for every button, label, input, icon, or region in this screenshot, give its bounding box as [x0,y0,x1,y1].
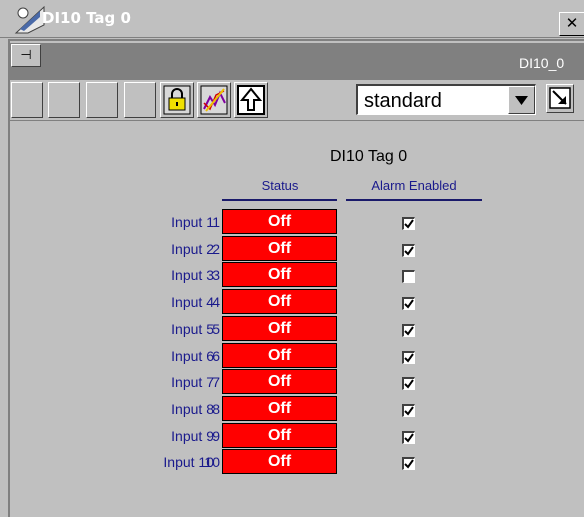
trend-icon [200,85,228,115]
panel-header [10,43,584,80]
checkmark-icon [404,326,414,336]
input-number: 8 [212,400,220,417]
checkmark-icon [404,299,414,309]
input-number: 5 [212,320,220,337]
status-cell: Off [222,235,337,261]
checkmark-icon [404,459,414,469]
status-cell: Off [222,422,337,448]
window-title: DI10 Tag 0 [42,9,131,27]
pin-button[interactable]: ⊣ [11,44,41,67]
alarm-enabled-checkbox[interactable] [402,457,415,471]
list-item: Input 9 9 Off [0,422,584,448]
alarm-column-header: Alarm Enabled [371,178,457,193]
list-item: Input 5 5 Off [0,315,584,341]
input-number: 6 [212,347,220,364]
status-cell: Off [222,395,337,421]
status-column-header: Status [261,178,299,193]
alarm-column-underline [346,199,482,201]
restore-icon [549,87,571,109]
list-item: Input 10 10 Off [0,448,584,475]
input-number: 9 [212,427,220,444]
status-cell: Off [222,209,337,234]
up-arrow-button[interactable] [234,82,268,118]
view-select-value: standard [364,90,442,112]
device-title: DI10 Tag 0 [330,148,408,165]
toolbar-empty-button-1[interactable] [11,82,43,118]
status-cell: Off [222,369,337,395]
dropdown-arrow-icon [515,96,528,105]
checkmark-icon [404,219,414,229]
restore-button[interactable] [546,84,574,113]
alarm-enabled-checkbox[interactable] [402,270,415,284]
lock-button[interactable] [160,82,194,118]
alarm-enabled-checkbox[interactable] [402,403,415,417]
list-item: Input 2 2 Off [0,235,584,261]
toolbar-empty-button-4[interactable] [124,82,156,118]
panel-title: DI10_0 [519,55,565,71]
toolbar-empty-button-3[interactable] [86,82,118,118]
list-item: Input 8 8 Off [0,395,584,421]
window-titlebar[interactable]: DI10 Tag 0 ✕ [0,0,584,38]
input-number: 3 [212,267,220,284]
input-number: 1 [212,214,220,230]
trend-button[interactable] [197,82,231,118]
up-arrow-icon [237,85,265,115]
input-number: 2 [212,240,220,257]
view-select[interactable]: standard [356,84,536,115]
input-number: 4 [212,294,220,311]
checkmark-icon [404,406,414,416]
close-button[interactable]: ✕ [559,12,584,36]
pin-icon: ⊣ [20,47,32,62]
status-cell: Off [222,289,337,315]
input-number: 10 [204,454,220,471]
alarm-enabled-checkbox[interactable] [402,430,415,444]
alarm-enabled-checkbox[interactable] [402,350,415,364]
alarm-enabled-checkbox[interactable] [402,377,415,391]
lock-icon [163,85,191,115]
status-cell: Off [222,449,337,475]
checkmark-icon [404,246,414,256]
alarm-enabled-checkbox[interactable] [402,323,415,337]
status-cell: Off [222,315,337,341]
list-item: Input 3 3 Off [0,261,584,288]
list-item: Input 7 7 Off [0,368,584,395]
alarm-enabled-checkbox[interactable] [402,243,415,257]
input-number: 7 [212,374,220,391]
list-item: Input 1 1 Off [0,208,584,234]
close-icon: ✕ [565,14,579,32]
checkmark-icon [404,352,414,363]
checkmark-icon [404,433,414,443]
status-column-underline [222,199,337,201]
alarm-enabled-checkbox[interactable] [402,217,415,230]
status-cell: Off [222,262,337,288]
view-select-arrow[interactable] [508,86,535,114]
status-cell: Off [222,342,337,368]
toolbar-empty-button-2[interactable] [48,82,80,118]
list-item: Input 4 4 Off [0,288,584,315]
list-item: Input 6 6 Off [0,342,584,368]
checkmark-icon [404,379,414,389]
alarm-enabled-checkbox[interactable] [402,297,415,311]
